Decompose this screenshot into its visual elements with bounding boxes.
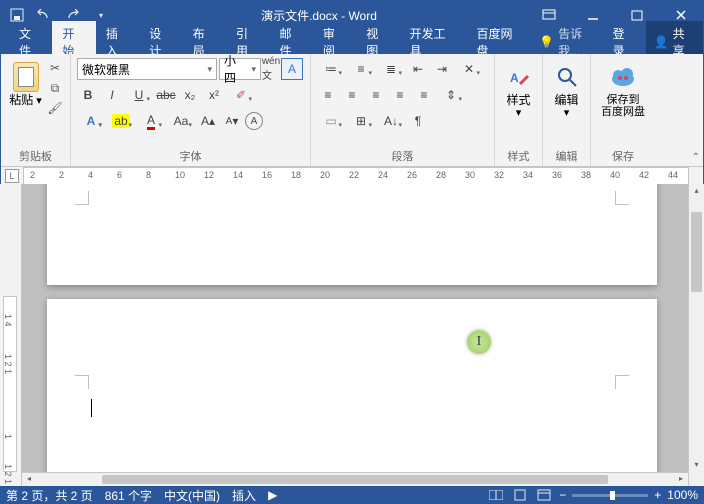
show-marks-icon[interactable]: ¶ (407, 110, 429, 132)
group-baidu: 保存到 百度网盘 保存 (591, 54, 655, 166)
horizontal-scrollbar[interactable]: ◂ ▸ (22, 472, 688, 486)
font-name-combo[interactable]: 微软雅黑▾ (77, 58, 217, 80)
collapse-ribbon-icon[interactable]: ⌃ (692, 152, 700, 163)
align-justify-icon[interactable]: ≡ (389, 84, 411, 106)
align-left-icon[interactable]: ≡ (317, 84, 339, 106)
page-2 (47, 299, 657, 474)
cut-icon[interactable]: ✂ (46, 60, 64, 76)
status-macro-icon[interactable]: ▶ (268, 488, 277, 502)
strike-button[interactable]: abc (155, 84, 177, 106)
borders-icon[interactable]: ⊞ (347, 110, 375, 132)
bullets-icon[interactable]: ≔ (317, 58, 345, 80)
format-painter-icon[interactable]: 🖌 (46, 100, 64, 116)
superscript-button[interactable]: x² (203, 84, 225, 106)
zoom-slider[interactable] (572, 494, 648, 497)
numbering-icon[interactable]: ≡ (347, 58, 375, 80)
text-cursor (91, 399, 92, 417)
highlight-icon[interactable]: ab (107, 110, 135, 132)
indent-decrease-icon[interactable]: ⇤ (407, 58, 429, 80)
status-bar: 第 2 页，共 2 页 861 个字 中文(中国) 插入 ▶ − + 100% (0, 486, 704, 504)
align-center-icon[interactable]: ≡ (341, 84, 363, 106)
italic-button[interactable]: I (101, 84, 123, 106)
print-layout-icon[interactable] (511, 488, 529, 502)
group-label-font: 字体 (77, 146, 304, 164)
group-styles: A 样式▾ 样式 (495, 54, 543, 166)
scroll-down-icon[interactable]: ▾ (689, 458, 704, 472)
read-mode-icon[interactable] (487, 488, 505, 502)
group-editing: 编辑▾ 编辑 (543, 54, 591, 166)
zoom-in-icon[interactable]: + (654, 488, 661, 502)
font-color-icon[interactable]: A (137, 110, 165, 132)
group-paragraph: ≔ ≡ ≣ ⇤ ⇥ ✕ ≡ ≡ ≡ ≡ ≡ ⇕ ▭ ⊞ (311, 54, 495, 166)
page-1 (47, 184, 657, 285)
underline-button[interactable]: U (125, 84, 153, 106)
group-label-clipboard: 剪贴板 (7, 146, 64, 164)
asian-layout-icon[interactable]: ✕ (455, 58, 483, 80)
phonetic-guide-icon[interactable]: wén文 (263, 58, 279, 80)
group-label-baidu: 保存 (597, 146, 649, 164)
scroll-left-icon[interactable]: ◂ (22, 473, 36, 486)
clear-format-icon[interactable]: ✐ (227, 84, 255, 106)
status-mode[interactable]: 插入 (232, 487, 256, 504)
scroll-up-icon[interactable]: ▴ (689, 184, 704, 198)
undo-icon[interactable] (35, 5, 55, 25)
group-clipboard: 粘贴 ▾ ✂ ⧉ 🖌 剪贴板 (1, 54, 71, 166)
paste-icon (13, 62, 39, 92)
vertical-ruler[interactable]: 1 4 1 2 1 1 1 2 1 (0, 184, 22, 486)
align-distributed-icon[interactable]: ≡ (413, 84, 435, 106)
group-label-para: 段落 (317, 146, 488, 164)
save-icon[interactable] (7, 5, 27, 25)
styles-icon: A (505, 62, 533, 92)
group-label-editing: 编辑 (549, 146, 584, 164)
line-spacing-icon[interactable]: ⇕ (437, 84, 465, 106)
cloud-icon (609, 62, 637, 92)
shrink-font-icon[interactable]: A▾ (221, 110, 243, 132)
zoom-level[interactable]: 100% (667, 488, 698, 502)
font-size-combo[interactable]: 小四▾ (219, 58, 261, 80)
sort-icon[interactable]: A↓ (377, 110, 405, 132)
status-lang[interactable]: 中文(中国) (164, 487, 220, 504)
qat-customize-icon[interactable]: ▾ (91, 5, 111, 25)
bold-button[interactable]: B (77, 84, 99, 106)
subscript-button[interactable]: x₂ (179, 84, 201, 106)
shading-icon[interactable]: ▭ (317, 110, 345, 132)
grow-font-icon[interactable]: A▴ (197, 110, 219, 132)
tab-selector[interactable]: L (5, 169, 19, 183)
redo-icon[interactable] (63, 5, 83, 25)
copy-icon[interactable]: ⧉ (46, 80, 64, 96)
share-icon: 👤 (654, 35, 669, 49)
ribbon: 粘贴 ▾ ✂ ⧉ 🖌 剪贴板 微软雅黑▾ 小四▾ wén文 A B I (1, 54, 703, 167)
find-icon (553, 62, 581, 92)
char-shading-icon[interactable]: Aa (167, 110, 195, 132)
group-font: 微软雅黑▾ 小四▾ wén文 A B I U abc x₂ x² ✐ A ab (71, 54, 311, 166)
enclose-char-icon[interactable]: A (245, 112, 263, 130)
horizontal-ruler[interactable]: L 22468101214161820222426283032343638404… (1, 167, 703, 185)
document-area: 1 4 1 2 1 1 1 2 1 I ▴ ▾ ◂ ▸ (0, 184, 704, 486)
vertical-scrollbar[interactable]: ▴ ▾ (688, 184, 704, 486)
status-words[interactable]: 861 个字 (105, 487, 152, 504)
status-page[interactable]: 第 2 页，共 2 页 (6, 487, 93, 504)
mouse-ibeam-cursor: I (467, 330, 491, 354)
scroll-thumb[interactable] (691, 212, 702, 292)
ribbon-tabs: 文件 开始 插入 设计 布局 引用 邮件 审阅 视图 开发工具 百度网盘 💡告诉… (1, 29, 703, 54)
page-canvas[interactable]: I (22, 184, 688, 486)
baidu-save-button[interactable]: 保存到 百度网盘 (597, 58, 649, 122)
multilevel-list-icon[interactable]: ≣ (377, 58, 405, 80)
scroll-thumb-h[interactable] (102, 475, 608, 484)
web-layout-icon[interactable] (535, 488, 553, 502)
styles-button[interactable]: A 样式▾ (501, 58, 536, 123)
paste-button[interactable]: 粘贴 ▾ (7, 58, 44, 111)
indent-increase-icon[interactable]: ⇥ (431, 58, 453, 80)
editing-button[interactable]: 编辑▾ (549, 58, 584, 123)
bulb-icon: 💡 (539, 35, 554, 49)
align-right-icon[interactable]: ≡ (365, 84, 387, 106)
group-label-styles: 样式 (501, 146, 536, 164)
text-effects-icon[interactable]: A (77, 110, 105, 132)
scroll-right-icon[interactable]: ▸ (674, 473, 688, 486)
zoom-out-icon[interactable]: − (559, 488, 566, 502)
char-border-icon[interactable]: A (281, 58, 303, 80)
svg-text:A: A (510, 71, 519, 85)
